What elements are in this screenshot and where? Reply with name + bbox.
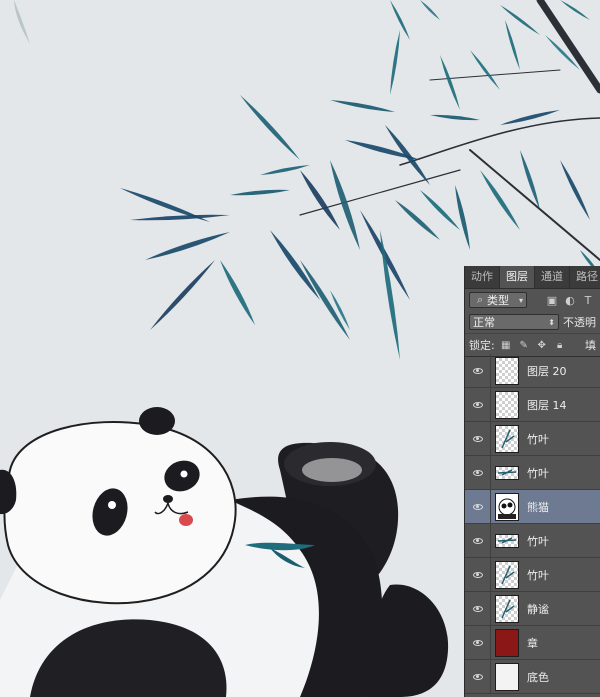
layer-name: 竹叶 <box>527 466 549 480</box>
image-filter-icon[interactable]: ▣ <box>545 293 559 307</box>
layer-row[interactable]: 熊猫 <box>465 489 600 524</box>
blend-mode-value: 正常 <box>473 316 495 329</box>
type-filter-icon[interactable]: T <box>581 293 595 307</box>
layer-name: 图层 20 <box>527 364 567 378</box>
search-icon: ⌕ <box>476 293 484 306</box>
layer-name: 竹叶 <box>527 534 549 548</box>
visibility-toggle[interactable] <box>465 659 491 694</box>
layer-name: 章 <box>527 636 538 650</box>
layer-name: 竹叶 <box>527 568 549 582</box>
opacity-label: 不透明 <box>563 316 596 329</box>
layer-row[interactable]: 竹叶 <box>465 455 600 490</box>
visibility-toggle[interactable] <box>465 557 491 592</box>
layer-row[interactable]: 图层 20 <box>465 353 600 388</box>
blend-mode-dropdown[interactable]: 正常 ⬍ <box>469 314 559 330</box>
blend-row: 正常 ⬍ 不透明 <box>465 311 600 333</box>
layer-name: 底色 <box>527 670 549 684</box>
layer-filter-dropdown[interactable]: ⌕ 类型 ▾ <box>469 292 527 308</box>
eye-icon <box>472 605 483 612</box>
visibility-toggle[interactable] <box>465 523 491 558</box>
layer-row[interactable]: 图层 14 <box>465 387 600 422</box>
tab-3[interactable]: 路径 <box>570 266 600 288</box>
layers-panel: 动作 图层 通道 路径 ⌕ 类型 ▾ ▣ ◐ T 正常 ⬍ 不透明 锁定: ▦ ✎ ✥… <box>464 266 600 697</box>
layer-row[interactable]: 竹叶 <box>465 557 600 592</box>
eye-icon <box>472 673 483 680</box>
layer-filter-label: 类型 <box>487 294 509 307</box>
filter-row: ⌕ 类型 ▾ ▣ ◐ T <box>465 289 600 311</box>
eye-icon <box>472 639 483 646</box>
layer-name: 图层 14 <box>527 398 567 412</box>
layer-row[interactable]: 竹叶 <box>465 523 600 558</box>
chevron-updown-icon: ⬍ <box>548 317 555 327</box>
lock-brush-icon[interactable]: ✎ <box>517 338 531 352</box>
layer-thumbnail <box>495 390 519 419</box>
eye-icon <box>472 401 483 408</box>
layer-name: 静谧 <box>527 602 549 616</box>
fill-label: 填 <box>585 339 596 352</box>
visibility-toggle[interactable] <box>465 625 491 660</box>
layer-thumbnail <box>495 492 519 521</box>
eye-icon <box>472 435 483 442</box>
visibility-toggle[interactable] <box>465 455 491 490</box>
visibility-toggle[interactable] <box>465 489 491 524</box>
layer-row[interactable]: 静谧 <box>465 591 600 626</box>
eye-icon <box>472 469 483 476</box>
eye-icon <box>472 571 483 578</box>
chevron-down-icon: ▾ <box>518 295 523 305</box>
lock-label: 锁定: <box>469 339 495 352</box>
tab-0[interactable]: 动作 <box>465 266 500 288</box>
adjustment-filter-icon[interactable]: ◐ <box>563 293 577 307</box>
layer-row[interactable]: 底色 <box>465 659 600 694</box>
lock-move-icon[interactable]: ✥ <box>535 338 549 352</box>
lock-icon[interactable]: 🔒︎ <box>553 338 567 352</box>
layer-thumbnail <box>495 594 519 623</box>
layer-thumbnail <box>495 628 519 657</box>
visibility-toggle[interactable] <box>465 421 491 456</box>
visibility-toggle[interactable] <box>465 591 491 626</box>
eye-icon <box>472 537 483 544</box>
layer-name: 竹叶 <box>527 432 549 446</box>
visibility-toggle[interactable] <box>465 353 491 388</box>
eye-icon <box>472 503 483 510</box>
layer-row[interactable]: 竹叶 <box>465 421 600 456</box>
layer-thumbnail <box>495 560 519 589</box>
layer-thumbnail <box>495 356 519 385</box>
lock-transparent-icon[interactable]: ▦ <box>499 338 513 352</box>
layer-list: 图层 20 图层 14 竹叶 竹叶 熊猫 竹叶 竹叶 静谧章底色 <box>465 353 600 694</box>
layer-name: 熊猫 <box>527 500 549 514</box>
layer-thumbnail <box>495 662 519 691</box>
tab-1[interactable]: 图层 <box>500 266 535 288</box>
tab-2[interactable]: 通道 <box>535 266 570 288</box>
layer-thumbnail <box>495 533 519 548</box>
layer-thumbnail <box>495 424 519 453</box>
visibility-toggle[interactable] <box>465 387 491 422</box>
panel-tabs: 动作 图层 通道 路径 <box>465 266 600 289</box>
layer-row[interactable]: 章 <box>465 625 600 660</box>
layer-thumbnail <box>495 465 519 480</box>
eye-icon <box>472 367 483 374</box>
